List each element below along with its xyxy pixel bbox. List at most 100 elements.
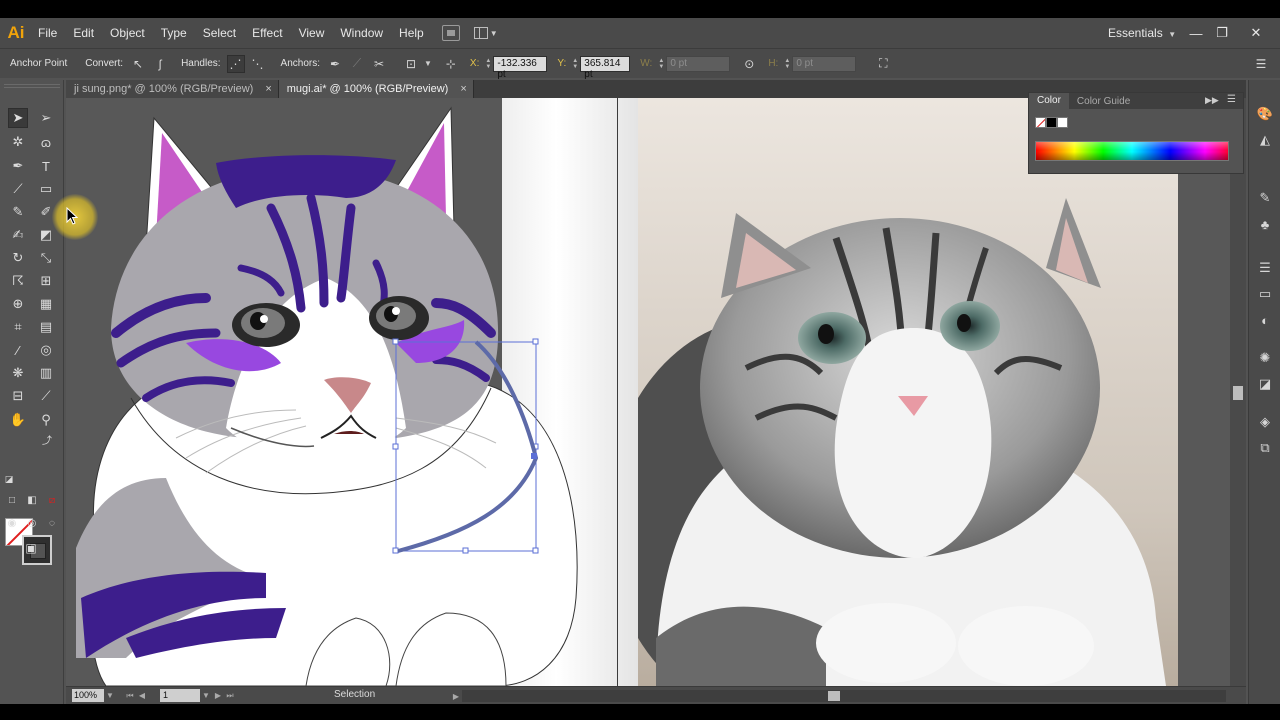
artboard-dropdown-icon[interactable]: ▼ bbox=[200, 689, 212, 702]
menu-type[interactable]: Type bbox=[153, 18, 195, 48]
screen-mode-icon[interactable]: ▣ bbox=[20, 540, 42, 556]
direct-selection-tool-icon[interactable]: ➢ bbox=[36, 108, 56, 128]
minimize-button[interactable]: — bbox=[1182, 18, 1210, 48]
rectangle-tool-icon[interactable]: ▭ bbox=[36, 179, 56, 199]
artboard-number-field[interactable]: 1 bbox=[160, 689, 200, 702]
y-spinner[interactable]: ▲ ▼ bbox=[570, 57, 580, 71]
draw-normal-icon[interactable]: ◉ bbox=[4, 515, 20, 531]
color-panel-icon[interactable]: 🎨 bbox=[1255, 104, 1275, 124]
x-field[interactable]: -132.336 pt bbox=[493, 55, 548, 80]
restore-button[interactable]: ❐ bbox=[1208, 18, 1236, 48]
x-spinner[interactable]: ▲ ▼ bbox=[483, 57, 493, 71]
blend-tool-icon[interactable]: ◎ bbox=[36, 340, 56, 360]
next-artboard-icon[interactable]: ▶ bbox=[212, 689, 224, 702]
gradient-tool-icon[interactable]: ▤ bbox=[36, 317, 56, 337]
close-tab-icon[interactable]: × bbox=[265, 80, 271, 98]
selection-tool-icon[interactable]: ➤ bbox=[8, 108, 28, 128]
close-button[interactable]: ✕ bbox=[1242, 18, 1270, 48]
none-mode-icon[interactable]: ⧄ bbox=[44, 492, 60, 508]
hand-tool-icon[interactable]: ✋ bbox=[8, 410, 28, 430]
default-fill-stroke-icon[interactable]: ◪ bbox=[2, 472, 16, 486]
constrain-proportions-icon[interactable]: ⊙ bbox=[740, 55, 758, 73]
layers-icon[interactable]: ◈ bbox=[1255, 412, 1275, 432]
symbols-icon[interactable]: ♣ bbox=[1255, 214, 1275, 234]
graphic-styles-icon[interactable]: ◪ bbox=[1255, 374, 1275, 394]
menu-effect[interactable]: Effect bbox=[244, 18, 290, 48]
color-mode-icon[interactable]: □ bbox=[4, 492, 20, 508]
gradient-mode-icon[interactable]: ◧ bbox=[24, 492, 40, 508]
menu-object[interactable]: Object bbox=[102, 18, 153, 48]
free-transform-tool-icon[interactable]: ⊞ bbox=[36, 271, 56, 291]
rotate-tool-icon[interactable]: ↻ bbox=[8, 248, 28, 268]
color-spectrum-bar[interactable] bbox=[1035, 141, 1229, 161]
tab-ji-sung[interactable]: ji sung.png* @ 100% (RGB/Preview) × bbox=[66, 80, 279, 98]
blob-brush-tool-icon[interactable]: ✍ bbox=[8, 225, 28, 245]
gradient-icon[interactable]: ▭ bbox=[1255, 284, 1275, 304]
canvas[interactable] bbox=[66, 98, 1230, 686]
stroke-icon[interactable]: ☰ bbox=[1255, 258, 1275, 278]
paintbrush-tool-icon[interactable]: ✎ bbox=[8, 202, 28, 222]
first-artboard-icon[interactable]: ⏮ bbox=[124, 689, 136, 702]
horizontal-scrollbar[interactable] bbox=[462, 690, 1226, 702]
symbol-sprayer-tool-icon[interactable]: ❋ bbox=[8, 363, 28, 383]
menu-select[interactable]: Select bbox=[195, 18, 244, 48]
convert-to-smooth-icon[interactable]: ʃ bbox=[151, 55, 169, 73]
magic-wand-tool-icon[interactable]: ✲ bbox=[8, 132, 28, 152]
tab-color[interactable]: Color bbox=[1029, 93, 1069, 109]
white-swatch[interactable] bbox=[1057, 117, 1068, 128]
close-tab-icon[interactable]: × bbox=[460, 80, 466, 98]
reference-point-icon[interactable]: ⊹ bbox=[442, 55, 460, 73]
none-swatch[interactable] bbox=[1035, 117, 1046, 128]
tab-mugi[interactable]: mugi.ai* @ 100% (RGB/Preview) × bbox=[278, 80, 474, 98]
tools-panel-grip[interactable] bbox=[4, 84, 60, 88]
eraser-tool-icon[interactable]: ◩ bbox=[36, 225, 56, 245]
type-tool-icon[interactable]: T bbox=[36, 156, 56, 176]
black-swatch[interactable] bbox=[1046, 117, 1057, 128]
mesh-tool-icon[interactable]: ⌗ bbox=[8, 317, 28, 337]
pen-tool-icon[interactable]: ✒ bbox=[8, 156, 28, 176]
last-artboard-icon[interactable]: ⏭ bbox=[224, 689, 236, 702]
panel-menu-icon[interactable]: ☰ bbox=[1227, 94, 1236, 105]
eyedropper-tool-icon[interactable]: ⁄ bbox=[8, 340, 28, 360]
menu-view[interactable]: View bbox=[291, 18, 333, 48]
menu-edit[interactable]: Edit bbox=[65, 18, 102, 48]
collapse-panel-icon[interactable]: ▶▶ bbox=[1205, 95, 1219, 106]
menu-file[interactable]: File bbox=[30, 18, 65, 48]
chevron-down-icon[interactable]: ▼ bbox=[424, 59, 432, 68]
horizontal-scrollbar-thumb[interactable] bbox=[828, 691, 840, 701]
transparency-icon[interactable]: ◐ bbox=[1255, 310, 1275, 330]
brushes-icon[interactable]: ✎ bbox=[1255, 188, 1275, 208]
lasso-tool-icon[interactable]: ɷ bbox=[36, 132, 56, 152]
align-icon[interactable]: ⊡ bbox=[402, 55, 420, 73]
color-guide-icon[interactable]: ◭ bbox=[1255, 130, 1275, 150]
shape-builder-tool-icon[interactable]: ⊕ bbox=[8, 294, 28, 314]
vertical-scrollbar[interactable] bbox=[1230, 98, 1246, 686]
appearance-icon[interactable]: ✺ bbox=[1255, 348, 1275, 368]
vector-cat-illustration[interactable] bbox=[66, 98, 626, 686]
perspective-grid-tool-icon[interactable]: ▦ bbox=[36, 294, 56, 314]
artboard-tool-icon[interactable]: ⊟ bbox=[8, 386, 28, 406]
show-handles-icon[interactable]: ⋰ bbox=[226, 54, 245, 73]
zoom-dropdown-icon[interactable]: ▼ bbox=[104, 689, 116, 702]
arrange-documents-button[interactable]: ▼ bbox=[473, 27, 498, 39]
status-menu-icon[interactable]: ▶ bbox=[450, 690, 462, 703]
draw-behind-icon[interactable]: ◎ bbox=[24, 515, 40, 531]
menu-help[interactable]: Help bbox=[391, 18, 432, 48]
scale-tool-icon[interactable]: ⤡ bbox=[36, 248, 56, 268]
swap-fill-stroke-icon[interactable]: ⤴ bbox=[40, 432, 54, 447]
convert-to-corner-icon[interactable]: ↖ bbox=[129, 55, 147, 73]
column-graph-tool-icon[interactable]: ▥ bbox=[36, 363, 56, 383]
cut-path-icon[interactable]: ✂ bbox=[370, 55, 388, 73]
zoom-tool-icon[interactable]: ⚲ bbox=[36, 410, 56, 430]
workspace-switcher[interactable]: Essentials ▼ bbox=[1108, 18, 1176, 50]
y-field[interactable]: 365.814 pt bbox=[580, 55, 631, 80]
menu-window[interactable]: Window bbox=[332, 18, 391, 48]
vertical-scrollbar-thumb[interactable] bbox=[1233, 386, 1243, 400]
artboards-icon[interactable]: ⧉ bbox=[1255, 438, 1275, 458]
warp-tool-icon[interactable]: ☈ bbox=[8, 271, 28, 291]
hide-handles-icon[interactable]: ⋱ bbox=[249, 55, 267, 73]
tab-color-guide[interactable]: Color Guide bbox=[1069, 96, 1138, 107]
previous-artboard-icon[interactable]: ◀ bbox=[136, 689, 148, 702]
slice-tool-icon[interactable]: ⟋ bbox=[36, 386, 56, 406]
isolate-object-icon[interactable]: ⛶ bbox=[874, 55, 892, 73]
